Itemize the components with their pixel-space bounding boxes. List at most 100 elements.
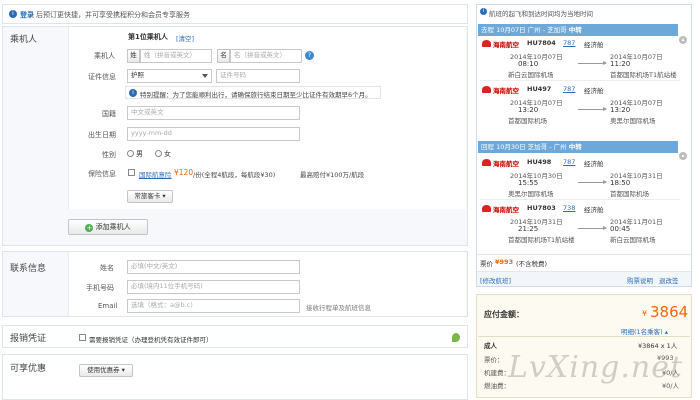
- nationality-input[interactable]: 中文或英文: [127, 106, 300, 120]
- contact-name-input[interactable]: 必填(中文/英文): [127, 260, 300, 274]
- flight-divider: [480, 80, 680, 81]
- detail-count: (1名乘客): [634, 328, 663, 336]
- info-icon: i: [129, 89, 137, 97]
- return-header: 回程 10月30日 芝加哥 - 广州 中转: [478, 141, 678, 153]
- collapse-icon[interactable]: ▴: [679, 36, 687, 44]
- departure-airport: 首都国际机场: [508, 117, 547, 125]
- birthday-input[interactable]: yyyy-mm-dd: [127, 127, 300, 141]
- flight-number: HU7803: [527, 204, 556, 212]
- discount-section: [2, 354, 468, 400]
- cabin-class: 经济舱: [584, 160, 604, 168]
- insurance-label: 保险信息: [88, 170, 116, 178]
- receipt-checkbox-label: 需要报销凭证（办理登机凭有效证件即可）: [89, 336, 213, 344]
- frequent-flyer-label: 常旅客卡: [134, 192, 161, 200]
- arrival-airport: 奥黑尔国际机场: [610, 117, 656, 125]
- outbound-header: 去程 10月07日 广州 - 芝加哥 中转: [478, 24, 678, 36]
- insurance-detail: /份(全程4航段，每航段¥30): [193, 171, 276, 179]
- aircraft-type[interactable]: 787: [563, 85, 575, 93]
- insurance-checkbox[interactable]: [128, 169, 135, 176]
- contact-name-label: 姓名: [100, 264, 114, 272]
- insurance-name-link[interactable]: 国际航意险: [139, 169, 172, 179]
- dropdown-arrow-icon: [202, 74, 208, 78]
- outbound-header-text: 去程 10月07日 广州 - 芝加哥: [481, 26, 567, 34]
- departure-airport: 首都国际机场T1航站楼: [508, 236, 575, 244]
- contact-email-input[interactable]: 选填（格式：a@b.c）: [127, 299, 300, 313]
- ticket-label: 票价：: [484, 356, 504, 364]
- departure-time: 13:20: [518, 106, 539, 114]
- chevron-down-icon: ▾: [121, 366, 125, 374]
- frequent-flyer-button[interactable]: 常旅客卡 ▾: [127, 190, 173, 203]
- departure-time: 21:25: [518, 225, 539, 233]
- female-label: 女: [164, 150, 171, 158]
- arrival-airport: 首都国际机场T1航站楼: [610, 71, 677, 79]
- cabin-class: 经济舱: [584, 41, 604, 49]
- price-detail-link[interactable]: 明细(1名乘客) ▴: [621, 326, 668, 336]
- id-tip-text: 特别提醒：为了您能顺利出行，请确保旅行结束日期至少比证件有效期早6个月。: [140, 91, 372, 99]
- fuel-label: 燃油费：: [484, 382, 510, 390]
- total-label: 应付金额：: [484, 310, 524, 319]
- id-number-input[interactable]: 证件号码: [216, 69, 300, 83]
- surname-button[interactable]: 姓: [127, 49, 140, 63]
- receipt-checkbox[interactable]: [79, 334, 86, 341]
- coupon-button[interactable]: 使用优惠券 ▾: [79, 364, 133, 377]
- change-flight-link[interactable]: [修改航班]: [480, 275, 511, 285]
- collapse-icon[interactable]: ▴: [679, 152, 687, 160]
- leaf-icon: [452, 333, 460, 342]
- purchase-rules-link[interactable]: 购票说明: [627, 275, 653, 285]
- return-header-text: 回程 10月30日 芝加哥 - 广州: [481, 143, 567, 151]
- total-divider: [478, 336, 690, 337]
- given-name-input[interactable]: 名（拼音或英文）: [230, 49, 302, 63]
- gender-female-radio[interactable]: 女: [155, 149, 171, 159]
- arrow-right-icon: [578, 61, 607, 65]
- email-note: 接收行程单及航班信息: [306, 304, 371, 312]
- plus-icon: +: [85, 224, 94, 232]
- login-link[interactable]: 登录: [20, 10, 34, 20]
- flight-number: HU498: [527, 158, 552, 166]
- add-passenger-button[interactable]: + 添加乘机人: [68, 219, 148, 235]
- add-passenger-label: 添加乘机人: [95, 223, 131, 231]
- gender-male-radio[interactable]: 男: [127, 149, 143, 159]
- male-label: 男: [136, 150, 143, 158]
- discount-section-title: 可享优惠: [10, 364, 47, 374]
- airline-name: 海南航空: [493, 87, 519, 95]
- given-name-button[interactable]: 名: [217, 49, 230, 63]
- detail-link-label: 明细: [621, 328, 634, 336]
- notice-text: 后预订更快捷，并可享受携程积分和会员专享服务: [36, 11, 190, 19]
- surname-input[interactable]: 姓（拼音或英文）: [140, 49, 212, 63]
- insurance-price: ¥120: [174, 168, 194, 177]
- passenger-section-title: 乘机人: [10, 35, 38, 45]
- clear-link[interactable]: [清空]: [176, 33, 194, 43]
- arrival-airport: 首都国际机场: [610, 190, 649, 198]
- aircraft-type[interactable]: 787: [563, 39, 575, 47]
- cabin-class: 经济舱: [584, 87, 604, 95]
- login-notice-bar: i 登录 后预订更快捷，并可享受携程积分和会员专享服务: [2, 4, 468, 24]
- local-time-note: 航班的起飞和到达时间均为当地时间: [489, 10, 593, 18]
- gender-label: 性别: [102, 151, 116, 159]
- arrow-right-icon: [578, 107, 607, 111]
- airline-name: 海南航空: [493, 41, 519, 49]
- tax-label: 机建费：: [484, 369, 510, 377]
- id-tip-box: i 特别提醒：为了您能顺利出行，请确保旅行结束日期至少比证件有效期早6个月。: [125, 86, 381, 99]
- refund-rules-link[interactable]: 退改签: [659, 275, 679, 285]
- chevron-up-icon: ▴: [664, 328, 669, 336]
- airline-logo-icon: [482, 86, 491, 93]
- total-amount: 3864: [650, 303, 689, 321]
- watermark: LvXing.net: [508, 350, 684, 385]
- departure-time: 08:10: [518, 60, 539, 68]
- info-icon: i: [9, 10, 17, 18]
- nationality-label: 国籍: [102, 110, 116, 118]
- arrival-time: 11:20: [610, 60, 631, 68]
- id-type-select[interactable]: 护照: [127, 69, 212, 83]
- coupon-label: 使用优惠券: [87, 366, 120, 374]
- total-currency: ¥: [642, 309, 648, 318]
- airline-logo-icon: [482, 159, 491, 166]
- aircraft-type[interactable]: 738: [563, 204, 575, 212]
- contact-phone-label: 手机号码: [86, 284, 114, 292]
- transfer-badge: 中转: [568, 26, 582, 34]
- help-icon[interactable]: ?: [305, 51, 314, 60]
- radio-circle: [127, 150, 134, 157]
- aircraft-type[interactable]: 787: [563, 158, 575, 166]
- contact-phone-input[interactable]: 必填(境内11位手机号码): [127, 280, 300, 294]
- adult-label: 成人: [484, 342, 497, 350]
- id-label: 证件信息: [88, 73, 116, 81]
